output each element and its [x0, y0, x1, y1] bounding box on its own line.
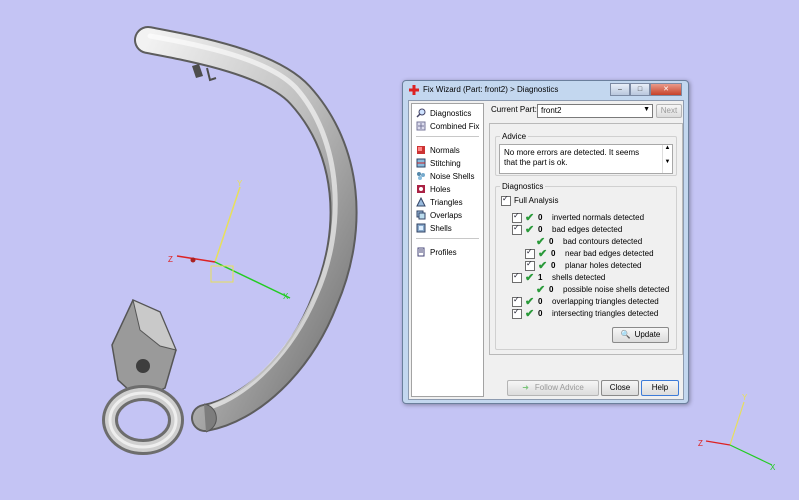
sidebar-item-diagnostics[interactable]: Diagnostics — [416, 107, 471, 119]
check-icon: ✔ — [525, 307, 535, 320]
shells-icon — [416, 223, 426, 233]
window-close-button[interactable]: ✕ — [650, 83, 682, 96]
advice-scrollbar[interactable]: ▲ ▼ — [662, 145, 672, 173]
holes-icon — [417, 185, 425, 193]
dialog-title: Fix Wizard (Part: front2) > Diagnostics — [423, 85, 559, 94]
sidebar-item-label: Normals — [430, 145, 460, 155]
check-icon: ✔ — [525, 211, 535, 224]
diag-row-bad-contours: ✔ 0 bad contours detected — [536, 235, 643, 248]
check-icon: ✔ — [525, 295, 535, 308]
advice-title: Advice — [500, 132, 529, 141]
diag-row-intersecting-triangles: ✔0intersecting triangles detected — [512, 307, 658, 320]
sidebar-item-normals[interactable]: Normals — [416, 144, 460, 156]
sidebar-divider — [416, 238, 479, 239]
sidebar-item-label: Overlaps — [430, 210, 463, 220]
check-icon: ✔ — [536, 283, 546, 296]
axis-label-x: X — [283, 292, 289, 301]
sidebar-item-label: Stitching — [430, 158, 461, 168]
axis-label-z: Z — [168, 255, 173, 264]
minimize-button[interactable]: – — [610, 83, 630, 96]
triangles-icon — [416, 197, 426, 207]
current-part-label: Current Part: — [491, 105, 537, 114]
wizard-sidebar: Diagnostics Combined Fix Normals Stitchi… — [411, 103, 484, 397]
sidebar-item-triangles[interactable]: Triangles — [416, 196, 463, 208]
follow-advice-button[interactable]: ➜ Follow Advice — [507, 380, 599, 396]
mini-axis-z: Z — [698, 439, 703, 448]
sidebar-item-stitching[interactable]: Stitching — [416, 157, 461, 169]
sidebar-item-holes[interactable]: Holes — [416, 183, 450, 195]
sidebar-item-label: Shells — [430, 223, 452, 233]
check-icon: ✔ — [525, 223, 535, 236]
advice-text: No more errors are detected. It seems th… — [504, 148, 640, 167]
sidebar-item-noise-shells[interactable]: Noise Shells — [416, 170, 474, 182]
sidebar-divider — [416, 136, 479, 137]
checkbox[interactable] — [512, 211, 522, 223]
full-analysis-label: Full Analysis — [514, 196, 559, 205]
current-part-select[interactable]: front2 ▼ — [537, 104, 653, 118]
magnifier-icon — [416, 108, 426, 118]
sidebar-item-overlaps[interactable]: Overlaps — [416, 209, 462, 221]
check-icon: ✔ — [538, 259, 548, 272]
current-part-value: front2 — [541, 106, 562, 115]
fix-wizard-dialog[interactable]: Fix Wizard (Part: front2) > Diagnostics … — [402, 80, 689, 404]
check-icon: ✔ — [536, 235, 546, 248]
stitching-icon — [416, 158, 426, 168]
checkbox[interactable] — [512, 307, 522, 319]
sidebar-item-label: Profiles — [430, 247, 457, 257]
mini-axis-y: Y — [742, 393, 748, 402]
checkbox[interactable] — [512, 295, 522, 307]
overlaps-icon — [416, 210, 426, 220]
update-button[interactable]: 🔍 Update — [612, 327, 669, 343]
sidebar-item-label: Combined Fix — [430, 121, 480, 131]
checkbox[interactable] — [525, 247, 535, 259]
sidebar-item-label: Holes — [430, 184, 451, 194]
normals-icon — [417, 146, 425, 154]
combined-fix-icon — [416, 121, 426, 131]
maximize-button[interactable]: □ — [630, 83, 650, 96]
check-icon: ✔ — [525, 271, 535, 284]
next-button[interactable]: Next — [656, 104, 682, 118]
sidebar-item-profiles[interactable]: Profiles — [416, 246, 457, 258]
help-button[interactable]: Help — [641, 380, 679, 396]
close-button[interactable]: Close — [601, 380, 639, 396]
profiles-icon — [417, 247, 425, 257]
diag-row-near-bad-edges: ✔0near bad edges detected — [525, 247, 654, 260]
sidebar-item-label: Noise Shells — [430, 171, 475, 181]
scroll-down-icon[interactable]: ▼ — [663, 159, 672, 165]
sidebar-item-label: Diagnostics — [430, 108, 472, 118]
scroll-up-icon[interactable]: ▲ — [663, 145, 672, 151]
checkbox[interactable] — [512, 271, 522, 283]
chevron-down-icon: ▼ — [643, 106, 650, 113]
check-icon: ✔ — [538, 247, 548, 260]
full-analysis-checkbox[interactable]: Full Analysis — [501, 194, 559, 206]
noise-shells-icon — [417, 172, 425, 180]
red-cross-icon — [409, 85, 419, 95]
diag-row-overlapping-triangles: ✔0overlapping triangles detected — [512, 295, 659, 308]
diagnostics-title: Diagnostics — [500, 182, 546, 191]
diag-row-planar-holes: ✔0planar holes detected — [525, 259, 642, 272]
orientation-triad: Y Z X — [698, 393, 776, 472]
magnifier-icon: 🔍 — [620, 330, 631, 339]
axis-label-y: Y — [237, 179, 243, 188]
sidebar-item-combined-fix[interactable]: Combined Fix — [416, 120, 479, 132]
advice-box: No more errors are detected. It seems th… — [499, 144, 673, 174]
checkbox[interactable] — [512, 223, 522, 235]
diag-row-noise-shells: ✔ 0 possible noise shells detected — [536, 283, 670, 296]
axis-gizmo: Z Y X — [168, 179, 291, 301]
3d-part-model[interactable] — [102, 26, 358, 455]
checkbox[interactable] — [525, 259, 535, 271]
arrow-right-icon: ➜ — [522, 383, 529, 392]
diag-row-inverted-normals: ✔0inverted normals detected — [512, 211, 644, 224]
dialog-client: Diagnostics Combined Fix Normals Stitchi… — [408, 100, 684, 400]
sidebar-item-shells[interactable]: Shells — [416, 222, 452, 234]
checkbox[interactable] — [501, 194, 511, 206]
dialog-titlebar[interactable]: Fix Wizard (Part: front2) > Diagnostics … — [403, 81, 688, 99]
diagnostics-panel: Advice No more errors are detected. It s… — [489, 123, 683, 355]
sidebar-item-label: Triangles — [430, 197, 463, 207]
mini-axis-x: X — [770, 463, 776, 472]
diag-row-shells: ✔1shells detected — [512, 271, 605, 284]
diag-row-bad-edges: ✔0bad edges detected — [512, 223, 622, 236]
